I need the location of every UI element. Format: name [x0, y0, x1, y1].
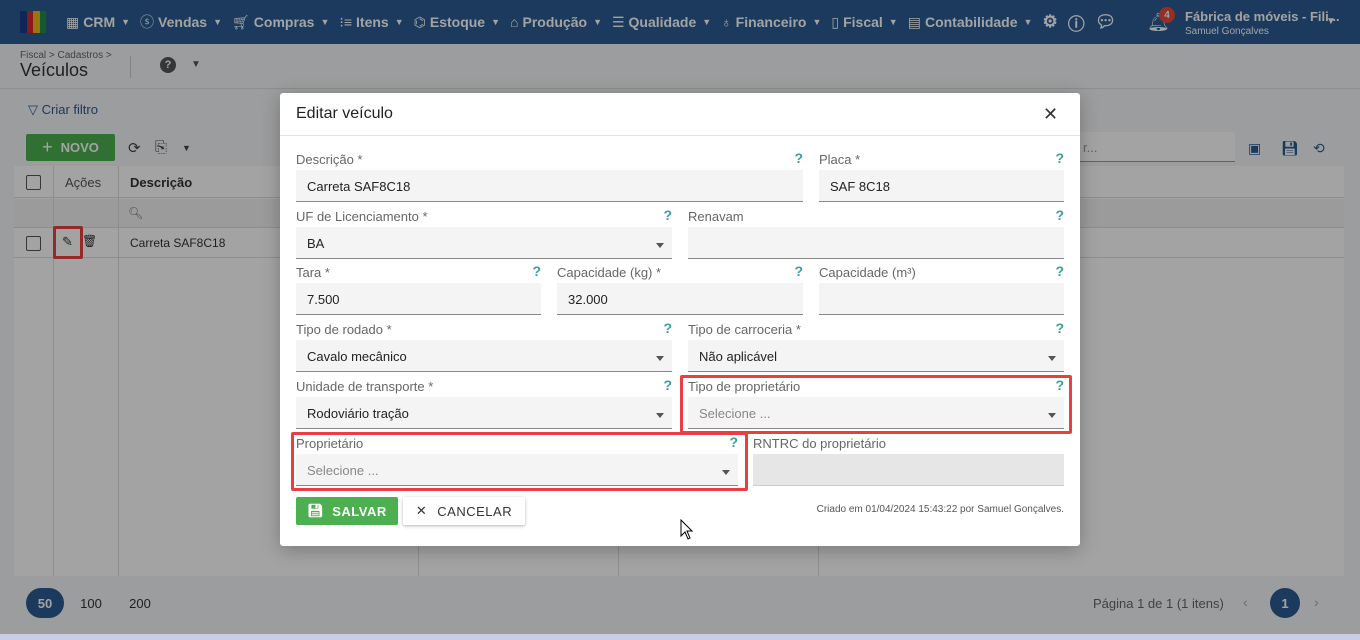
- unidade-transporte-select[interactable]: Rodoviário tração: [296, 397, 672, 429]
- cancel-button[interactable]: ✕ CANCELAR: [403, 497, 525, 525]
- bottom-strip: [0, 634, 1360, 640]
- renavam-label: Renavam: [688, 209, 744, 224]
- help-question-icon[interactable]: ?: [1055, 263, 1064, 279]
- dropdown-arrow-icon[interactable]: [1048, 356, 1056, 361]
- rntrc-label: RNTRC do proprietário: [753, 436, 886, 451]
- placa-input[interactable]: SAF 8C18: [819, 170, 1064, 202]
- tipo-carroceria-field: Tipo de carroceria * ? Não aplicável: [688, 320, 1064, 372]
- placa-field: Placa * ? SAF 8C18: [819, 150, 1064, 202]
- close-icon: ✕: [415, 503, 428, 518]
- tara-field: Tara * ? 7.500: [296, 263, 541, 315]
- renavam-input[interactable]: [688, 227, 1064, 259]
- close-icon[interactable]: ✕: [1043, 104, 1058, 125]
- help-question-icon[interactable]: ?: [1055, 320, 1064, 336]
- descricao-field: Descrição * ? Carreta SAF8C18: [296, 150, 803, 202]
- renavam-field: Renavam ?: [688, 207, 1064, 259]
- proprietario-highlight: [291, 432, 748, 491]
- dropdown-arrow-icon[interactable]: [656, 413, 664, 418]
- help-question-icon[interactable]: ?: [663, 320, 672, 336]
- uf-select[interactable]: BA: [296, 227, 672, 259]
- help-question-icon[interactable]: ?: [794, 150, 803, 166]
- tipo-proprietario-highlight: [680, 375, 1072, 434]
- help-question-icon[interactable]: ?: [663, 377, 672, 393]
- save-button[interactable]: 💾︎ SALVAR: [296, 497, 398, 525]
- tara-label: Tara *: [296, 265, 330, 280]
- help-question-icon[interactable]: ?: [663, 207, 672, 223]
- descricao-label: Descrição *: [296, 152, 363, 167]
- help-question-icon[interactable]: ?: [1055, 207, 1064, 223]
- tipo-carroceria-label: Tipo de carroceria *: [688, 322, 801, 337]
- tipo-rodado-select[interactable]: Cavalo mecânico: [296, 340, 672, 372]
- dialog-title: Editar veículo: [296, 105, 393, 122]
- unidade-transporte-field: Unidade de transporte * ? Rodoviário tra…: [296, 377, 672, 429]
- dropdown-arrow-icon[interactable]: [656, 243, 664, 248]
- unidade-transporte-label: Unidade de transporte *: [296, 379, 434, 394]
- help-question-icon[interactable]: ?: [532, 263, 541, 279]
- rntrc-field: RNTRC do proprietário: [753, 436, 1064, 486]
- descricao-input[interactable]: Carreta SAF8C18: [296, 170, 803, 202]
- tara-input[interactable]: 7.500: [296, 283, 541, 315]
- tipo-carroceria-select[interactable]: Não aplicável: [688, 340, 1064, 372]
- capacidade-m3-field: Capacidade (m³) ?: [819, 263, 1064, 315]
- mouse-pointer-icon: [680, 519, 694, 540]
- help-question-icon[interactable]: ?: [1055, 150, 1064, 166]
- capacidade-kg-field: Capacidade (kg) * ? 32.000: [557, 263, 803, 315]
- audit-info: Criado em 01/04/2024 15:43:22 por Samuel…: [816, 504, 1064, 515]
- edit-vehicle-dialog: Editar veículo ✕ Descrição * ? Carreta S…: [280, 93, 1080, 546]
- floppy-disk-icon: 💾︎: [307, 503, 325, 518]
- dropdown-arrow-icon[interactable]: [656, 356, 664, 361]
- tipo-rodado-field: Tipo de rodado * ? Cavalo mecânico: [296, 320, 672, 372]
- rntrc-input: [753, 454, 1064, 486]
- capacidade-m3-input[interactable]: [819, 283, 1064, 315]
- uf-field: UF de Licenciamento * ? BA: [296, 207, 672, 259]
- capacidade-m3-label: Capacidade (m³): [819, 265, 916, 280]
- capacidade-kg-label: Capacidade (kg) *: [557, 265, 662, 280]
- tipo-rodado-label: Tipo de rodado *: [296, 322, 392, 337]
- dialog-header-divider: [280, 135, 1080, 136]
- uf-label: UF de Licenciamento *: [296, 209, 428, 224]
- placa-label: Placa *: [819, 152, 861, 167]
- help-question-icon[interactable]: ?: [794, 263, 803, 279]
- capacidade-kg-input[interactable]: 32.000: [557, 283, 803, 315]
